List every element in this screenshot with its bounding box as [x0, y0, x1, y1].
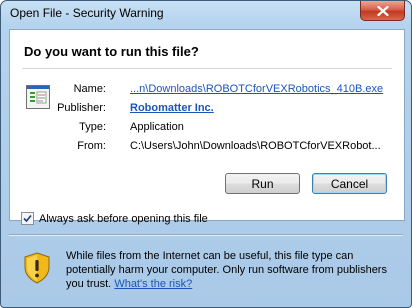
warning-message: While files from the Internet can be use… [66, 249, 396, 291]
checkmark-icon [23, 214, 32, 223]
dialog-question: Do you want to run this file? [24, 44, 199, 59]
type-label: Type: [79, 121, 106, 133]
divider [22, 68, 392, 69]
from-value: C:\Users\John\Downloads\ROBOTCforVEXRobo… [130, 140, 381, 152]
dialog-content: Do you want to run this file? Name: ...n… [9, 29, 405, 221]
security-warning-window: Open File - Security Warning Do you want… [0, 0, 412, 308]
window-title: Open File - Security Warning [10, 6, 164, 20]
close-icon [376, 5, 389, 16]
always-ask-option[interactable]: Always ask before opening this file [21, 212, 208, 225]
publisher-value-link[interactable]: Robomatter Inc. [130, 102, 214, 114]
name-value-link[interactable]: ...n\Downloads\ROBOTCforVEXRobotics_410B… [130, 83, 383, 95]
divider [9, 234, 403, 236]
publisher-label: Publisher: [57, 102, 106, 114]
whats-the-risk-link[interactable]: What's the risk? [114, 278, 192, 290]
type-value: Application [130, 121, 184, 133]
title-bar[interactable]: Open File - Security Warning [1, 1, 411, 25]
always-ask-checkbox[interactable] [21, 212, 34, 225]
name-label: Name: [73, 83, 106, 95]
cancel-button[interactable]: Cancel [312, 173, 387, 194]
run-button[interactable]: Run [225, 173, 300, 194]
close-button[interactable] [360, 1, 405, 21]
security-shield-icon [23, 252, 51, 289]
from-label: From: [77, 140, 106, 152]
always-ask-label: Always ask before opening this file [39, 212, 208, 225]
